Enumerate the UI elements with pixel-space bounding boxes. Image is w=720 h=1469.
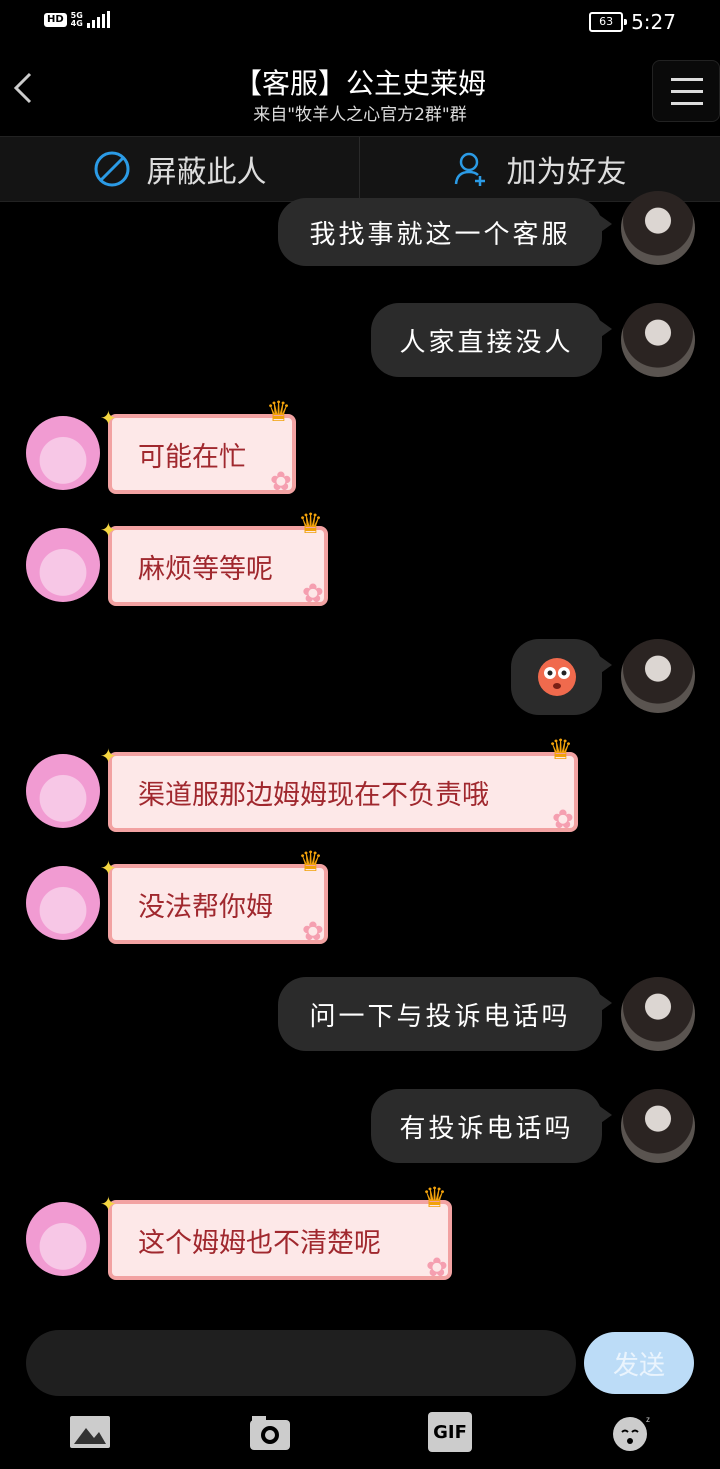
message-text: 这个姆姆也不清楚呢 bbox=[138, 1227, 381, 1259]
block-icon bbox=[94, 151, 129, 187]
my-avatar[interactable] bbox=[621, 639, 695, 713]
my-avatar[interactable] bbox=[621, 977, 695, 1051]
network-indicator: 5G 4G bbox=[70, 11, 83, 28]
message-text: 麻烦等等呢 bbox=[138, 553, 273, 585]
crown-icon: ♛ bbox=[298, 507, 324, 540]
message-bubble[interactable]: 问一下与投诉电话吗 bbox=[278, 977, 612, 1051]
message-input[interactable] bbox=[26, 1330, 576, 1396]
status-bar: HD 5G 4G 63 5:27 bbox=[0, 0, 720, 46]
block-user-label: 屏蔽此人 bbox=[146, 155, 267, 190]
message-bubble[interactable]: 没法帮你姆 bbox=[108, 864, 328, 944]
my-avatar[interactable] bbox=[621, 303, 695, 377]
crown-icon: ♛ bbox=[298, 845, 324, 878]
block-user-button[interactable]: 屏蔽此人 bbox=[0, 137, 360, 201]
message-text: 没法帮你姆 bbox=[138, 891, 273, 923]
sparkle-icon: ✦ bbox=[100, 744, 117, 768]
message-bubble[interactable]: 渠道服那边姆姆现在不负责哦 bbox=[108, 752, 578, 832]
crown-icon: ♛ bbox=[266, 395, 292, 428]
message-bubble[interactable] bbox=[511, 639, 612, 715]
bot-avatar[interactable] bbox=[26, 528, 100, 602]
send-button[interactable]: 发送 bbox=[584, 1332, 694, 1394]
add-friend-label: 加为好友 bbox=[506, 155, 627, 190]
bot-avatar[interactable] bbox=[26, 866, 100, 940]
message-text: 渠道服那边姆姆现在不负责哦 bbox=[138, 779, 489, 811]
add-user-icon bbox=[454, 152, 485, 186]
my-avatar[interactable] bbox=[621, 191, 695, 265]
flower-icon: ✿ bbox=[270, 467, 292, 497]
bot-avatar[interactable] bbox=[26, 754, 100, 828]
clock: 5:27 bbox=[631, 10, 676, 34]
message-bubble[interactable]: 有投诉电话吗 bbox=[371, 1089, 612, 1163]
message-bubble[interactable]: 麻烦等等呢 bbox=[108, 526, 328, 606]
message-text: 我找事就这一个客服 bbox=[309, 219, 571, 250]
message-bubble[interactable]: 人家直接没人 bbox=[371, 303, 612, 377]
menu-icon[interactable] bbox=[652, 60, 720, 122]
message-text: 人家直接没人 bbox=[399, 327, 574, 358]
message-bubble[interactable]: 这个姆姆也不清楚呢 bbox=[108, 1200, 452, 1280]
bot-avatar[interactable] bbox=[26, 1202, 100, 1276]
hd-badge: HD bbox=[44, 13, 67, 27]
sparkle-icon: ✦ bbox=[100, 856, 117, 880]
status-left: HD 5G 4G bbox=[44, 11, 110, 28]
sparkle-icon: ✦ bbox=[100, 518, 117, 542]
svg-text:z: z bbox=[646, 1415, 650, 1424]
bot-avatar[interactable] bbox=[26, 416, 100, 490]
crown-icon: ♛ bbox=[548, 733, 574, 766]
image-icon[interactable] bbox=[68, 1412, 112, 1452]
message-text: 有投诉电话吗 bbox=[399, 1113, 574, 1144]
sparkle-icon: ✦ bbox=[100, 406, 117, 430]
gif-button[interactable]: GIF bbox=[428, 1412, 472, 1452]
flower-icon: ✿ bbox=[302, 579, 324, 609]
flower-icon: ✿ bbox=[552, 805, 574, 835]
sparkle-icon: ✦ bbox=[100, 1192, 117, 1216]
surprised-face-icon bbox=[537, 658, 576, 696]
my-avatar[interactable] bbox=[621, 1089, 695, 1163]
sticker-icon[interactable]: z bbox=[610, 1412, 654, 1452]
flower-icon: ✿ bbox=[426, 1253, 448, 1283]
camera-icon[interactable] bbox=[248, 1412, 292, 1452]
chat-subtitle: 来自"牧羊人之心官方2群"群 bbox=[253, 105, 467, 125]
battery-icon: 63 bbox=[589, 12, 628, 32]
message-bubble[interactable]: 我找事就这一个客服 bbox=[278, 198, 612, 266]
action-bar: 屏蔽此人 加为好友 bbox=[0, 136, 720, 202]
message-text: 可能在忙 bbox=[138, 441, 246, 473]
status-right: 63 5:27 bbox=[589, 10, 676, 34]
chat-title: 【客服】公主史莱姆 bbox=[233, 67, 486, 100]
message-text: 问一下与投诉电话吗 bbox=[309, 1001, 571, 1032]
flower-icon: ✿ bbox=[302, 917, 324, 947]
signal-icon bbox=[86, 11, 110, 28]
chat-header: 【客服】公主史莱姆 来自"牧羊人之心官方2群"群 bbox=[0, 46, 720, 136]
crown-icon: ♛ bbox=[422, 1181, 448, 1214]
